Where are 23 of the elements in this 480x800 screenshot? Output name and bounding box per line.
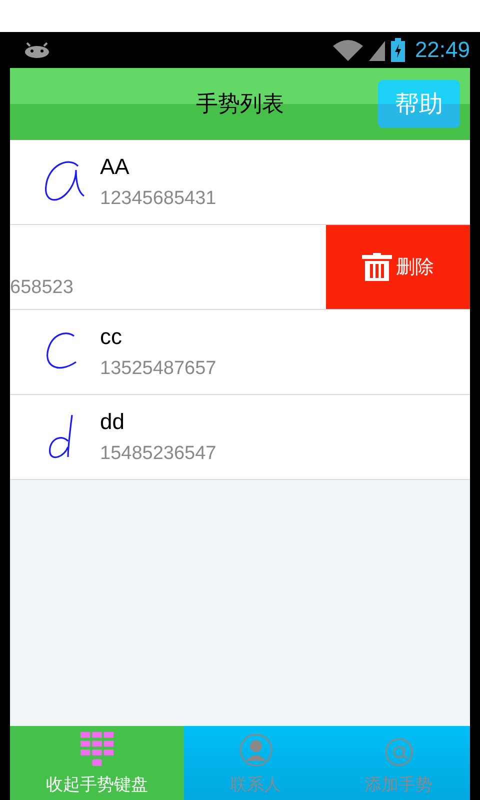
list-row[interactable]: cc 13525487657 [10, 310, 470, 395]
phone-number: 13525487657 [100, 358, 216, 380]
nav-tab[interactable]: 收起手势键盘 [10, 726, 184, 800]
keypad-icon [80, 732, 114, 767]
gesture-name: AA [100, 154, 130, 180]
gesture-name: dd [100, 409, 126, 435]
phone-number: 12345685431 [100, 188, 216, 210]
android-icon [24, 42, 50, 58]
list-row[interactable]: dd 15485236547 [10, 395, 470, 480]
wifi-icon [332, 39, 363, 61]
list-row[interactable]: 658523 删除 [10, 225, 470, 310]
at-sign-icon [384, 737, 414, 767]
phone-number: 658523 [10, 277, 74, 298]
trash-icon [362, 253, 392, 281]
delete-button[interactable]: 删除 [326, 225, 470, 309]
phone-number: 15485236547 [100, 443, 216, 465]
signal-icon [366, 39, 387, 61]
page-title: 手势列表 [196, 91, 284, 119]
person-icon [238, 733, 272, 767]
clock-time: 22:49 [414, 37, 470, 63]
battery-icon [390, 38, 405, 62]
gesture-name: cc [100, 324, 123, 350]
list-row[interactable]: AA 12345685431 [10, 140, 470, 225]
